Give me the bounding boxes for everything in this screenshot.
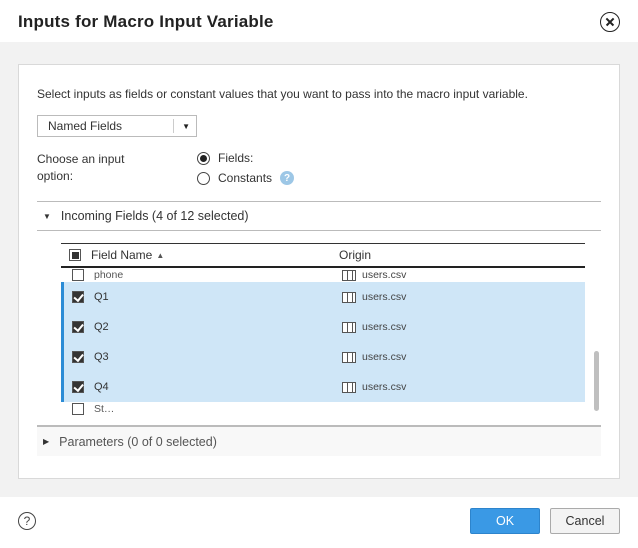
file-icon <box>342 352 356 363</box>
table-row[interactable]: Q2 users.csv <box>61 312 585 342</box>
row-field-name: St… <box>92 403 342 415</box>
row-field-name: Q3 <box>92 351 342 363</box>
file-icon <box>342 322 356 333</box>
row-checkbox[interactable] <box>72 321 84 333</box>
mode-select-value: Named Fields <box>48 119 122 133</box>
grid-header: Field Name ▲ Origin <box>61 244 585 268</box>
incoming-fields-title: Incoming Fields (4 of 12 selected) <box>61 209 249 223</box>
dialog-title: Inputs for Macro Input Variable <box>18 12 274 32</box>
table-row[interactable]: St… <box>61 402 585 416</box>
incoming-fields-header[interactable]: ▼ Incoming Fields (4 of 12 selected) <box>37 201 601 231</box>
parameters-title: Parameters (0 of 0 selected) <box>59 435 217 449</box>
table-row[interactable]: Q4 users.csv <box>61 372 585 402</box>
dialog-body: Select inputs as fields or constant valu… <box>0 42 638 497</box>
row-field-name: Q1 <box>92 291 342 303</box>
row-origin: users.csv <box>362 291 406 303</box>
close-icon[interactable] <box>600 12 620 32</box>
row-field-name: Q2 <box>92 321 342 333</box>
file-icon <box>342 382 356 393</box>
content-card: Select inputs as fields or constant valu… <box>18 64 620 479</box>
input-option-row: Choose an input option: Fields: Constant… <box>37 151 601 185</box>
title-bar: Inputs for Macro Input Variable <box>0 0 638 42</box>
row-origin: users.csv <box>362 269 406 281</box>
grid-rows: phone users.csv Q1 users.csv Q2 users.cs… <box>61 268 585 416</box>
instruction-text: Select inputs as fields or constant valu… <box>37 87 601 101</box>
table-row[interactable]: Q3 users.csv <box>61 342 585 372</box>
radio-constants-label: Constants <box>218 171 272 185</box>
table-row[interactable]: Q1 users.csv <box>61 282 585 312</box>
incoming-fields-body: Field Name ▲ Origin phone users.csv <box>37 231 601 426</box>
row-checkbox[interactable] <box>72 381 84 393</box>
ok-button[interactable]: OK <box>470 508 540 534</box>
input-option-label: Choose an input option: <box>37 151 137 185</box>
radio-constants[interactable] <box>197 172 210 185</box>
radio-fields[interactable] <box>197 152 210 165</box>
row-origin: users.csv <box>362 321 406 333</box>
table-row[interactable]: phone users.csv <box>61 268 585 282</box>
row-checkbox[interactable] <box>72 269 84 281</box>
select-all-checkbox[interactable] <box>69 249 81 261</box>
mode-select[interactable]: Named Fields ▼ <box>37 115 197 137</box>
chevron-down-icon: ▼ <box>182 122 190 131</box>
help-icon[interactable]: ? <box>280 171 294 185</box>
chevron-right-icon: ▶ <box>43 437 49 446</box>
row-checkbox[interactable] <box>72 291 84 303</box>
sort-asc-icon: ▲ <box>156 251 164 260</box>
fields-grid: Field Name ▲ Origin phone users.csv <box>61 243 585 419</box>
chevron-down-icon: ▼ <box>43 212 51 221</box>
dialog-footer: ? OK Cancel <box>18 508 620 534</box>
help-button[interactable]: ? <box>18 512 36 530</box>
row-origin: users.csv <box>362 351 406 363</box>
row-origin: users.csv <box>362 381 406 393</box>
file-icon <box>342 270 356 281</box>
row-field-name: phone <box>92 269 342 281</box>
parameters-header[interactable]: ▶ Parameters (0 of 0 selected) <box>37 426 601 456</box>
column-origin[interactable]: Origin <box>339 248 371 262</box>
scrollbar-thumb[interactable] <box>594 351 599 411</box>
cancel-button[interactable]: Cancel <box>550 508 620 534</box>
row-checkbox[interactable] <box>72 351 84 363</box>
row-checkbox[interactable] <box>72 403 84 415</box>
row-field-name: Q4 <box>92 381 342 393</box>
column-field-name[interactable]: Field Name <box>91 248 152 262</box>
file-icon <box>342 292 356 303</box>
radio-fields-label: Fields: <box>218 151 253 165</box>
